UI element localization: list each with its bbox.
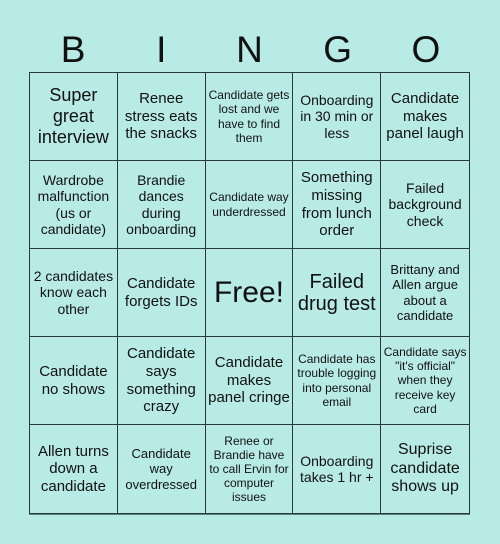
bingo-cell[interactable]: Candidate has trouble logging into perso… bbox=[293, 337, 382, 425]
header-letter-i: I bbox=[156, 29, 167, 70]
bingo-cell[interactable]: Onboarding takes 1 hr + bbox=[293, 425, 382, 513]
header-letter-g: G bbox=[323, 29, 353, 70]
bingo-cell[interactable]: Brandie dances during onboarding bbox=[117, 161, 206, 249]
bingo-cell[interactable]: Candidate way overdressed bbox=[118, 425, 206, 513]
bingo-cell[interactable]: 2 candidates know each other bbox=[30, 249, 118, 337]
bingo-cell[interactable]: Renee or Brandie have to call Ervin for … bbox=[206, 425, 294, 513]
bingo-cell[interactable]: Allen turns down a candidate bbox=[30, 425, 118, 513]
bingo-cell[interactable]: Candidate gets lost and we have to find … bbox=[205, 73, 294, 161]
bingo-cell[interactable]: Something missing from lunch order bbox=[293, 161, 382, 249]
bingo-header: B I N G O bbox=[29, 28, 470, 72]
bingo-cell[interactable]: Candidate no shows bbox=[30, 337, 118, 425]
bingo-cell[interactable]: Suprise candidate shows up bbox=[381, 425, 469, 513]
bingo-cell[interactable]: Candidate way underdressed bbox=[205, 161, 294, 249]
bingo-cell[interactable]: Candidate says something crazy bbox=[117, 337, 206, 425]
bingo-cell[interactable]: Renee stress eats the snacks bbox=[117, 73, 206, 161]
bingo-cell[interactable]: Candidate makes panel laugh bbox=[381, 73, 469, 161]
header-letter-o: O bbox=[411, 29, 441, 70]
bingo-cell[interactable]: Wardrobe malfunction (us or candidate) bbox=[30, 161, 118, 249]
bingo-cell[interactable]: Failed drug test bbox=[293, 249, 382, 337]
header-letter-n: N bbox=[236, 29, 263, 70]
header-letter-b: B bbox=[60, 29, 86, 70]
bingo-cell[interactable]: Failed background check bbox=[381, 161, 469, 249]
bingo-cell[interactable]: Candidate makes panel cringe bbox=[205, 337, 294, 425]
bingo-cell[interactable]: Super great interview bbox=[30, 73, 118, 161]
free-space[interactable]: Free! bbox=[205, 249, 294, 337]
bingo-cell[interactable]: Brittany and Allen argue about a candida… bbox=[381, 249, 469, 337]
bingo-board: Super great interview Renee stress eats … bbox=[29, 72, 470, 514]
bingo-cell[interactable]: Candidate forgets IDs bbox=[117, 249, 206, 337]
bingo-cell[interactable]: Candidate says "it's official" when they… bbox=[381, 337, 469, 425]
bingo-cell[interactable]: Onboarding in 30 min or less bbox=[293, 73, 382, 161]
